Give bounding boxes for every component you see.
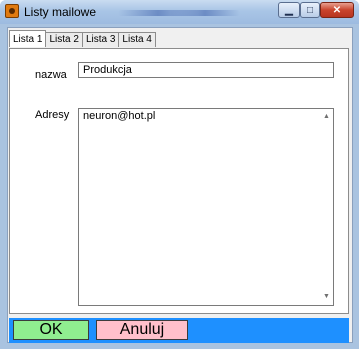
- addresses-text: neuron@hot.pl: [83, 110, 156, 122]
- name-field[interactable]: Produkcja: [78, 62, 334, 78]
- tab-lista-2[interactable]: Lista 2: [45, 32, 83, 47]
- addresses-textarea[interactable]: neuron@hot.pl ▲ ▼: [78, 108, 334, 306]
- maximize-icon[interactable]: □: [300, 2, 320, 18]
- tab-strip: Lista 1 Lista 2 Lista 3 Lista 4: [9, 30, 156, 48]
- titlebar-blur: [170, 10, 240, 16]
- cancel-button[interactable]: Anuluj: [96, 320, 188, 340]
- addresses-label: Adresy: [35, 109, 70, 121]
- minimize-icon[interactable]: ▁: [278, 2, 300, 18]
- ok-button[interactable]: OK: [13, 320, 89, 340]
- name-label: nazwa: [35, 69, 67, 81]
- close-icon[interactable]: ✕: [320, 2, 354, 18]
- tab-lista-3[interactable]: Lista 3: [81, 32, 120, 47]
- scroll-up-icon[interactable]: ▲: [323, 113, 330, 120]
- app-icon: [5, 4, 19, 18]
- title-bar[interactable]: Listy mailowe ▁ □ ✕: [0, 0, 359, 24]
- dialog-window: Listy mailowe ▁ □ ✕ Lista 1 Lista 2 List…: [0, 0, 359, 349]
- tab-lista-1[interactable]: Lista 1: [9, 30, 47, 47]
- tab-lista-4[interactable]: Lista 4: [118, 32, 156, 47]
- window-title: Listy mailowe: [24, 5, 97, 19]
- scroll-down-icon[interactable]: ▼: [323, 293, 330, 300]
